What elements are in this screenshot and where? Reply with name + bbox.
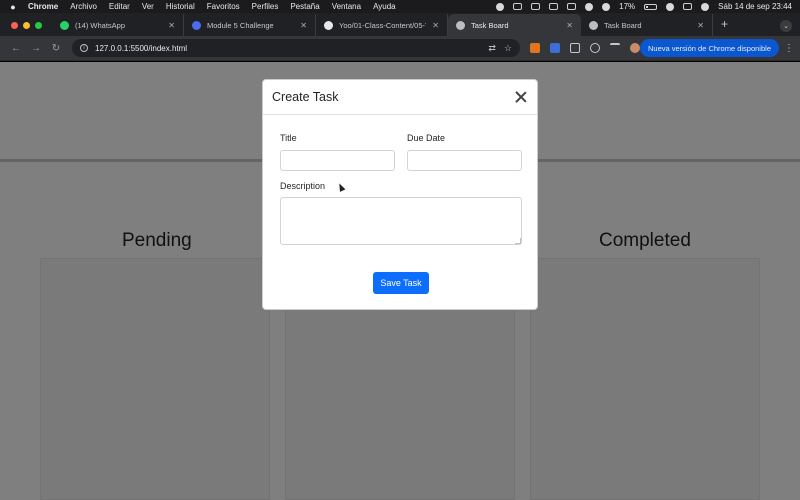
globe-icon xyxy=(456,20,465,30)
resize-handle-icon[interactable] xyxy=(515,238,521,244)
play-icon[interactable] xyxy=(585,2,594,11)
tab-label: Task Board xyxy=(471,20,509,30)
minimize-window-icon[interactable] xyxy=(23,22,30,29)
close-tab-icon[interactable]: ✕ xyxy=(697,21,704,30)
tab-label: Task Board xyxy=(604,20,642,30)
modal-body: Title Due Date Description Save Task xyxy=(263,115,537,310)
forward-arrow-icon[interactable]: → xyxy=(26,43,46,54)
module-icon xyxy=(192,20,201,30)
menu-ayuda[interactable]: Ayuda xyxy=(373,2,396,11)
browser-toolbar: ← → ↻ i 127.0.0.1:5500/index.html ⇄ ☆ Nu… xyxy=(0,36,800,61)
menubar-app-name[interactable]: Chrome xyxy=(28,2,58,11)
back-arrow-icon[interactable]: ← xyxy=(6,43,26,54)
menu-historial[interactable]: Historial xyxy=(166,2,195,11)
performance-icon[interactable] xyxy=(590,43,600,53)
tab-label: (14) WhatsApp xyxy=(75,20,126,30)
reload-icon[interactable]: ↻ xyxy=(46,43,66,54)
address-bar[interactable]: i 127.0.0.1:5500/index.html ⇄ ☆ xyxy=(72,39,520,57)
close-tab-icon[interactable]: ✕ xyxy=(566,21,573,30)
profile-avatar-icon[interactable] xyxy=(630,43,640,53)
create-task-modal: Create Task Title Due Date Description S… xyxy=(262,79,538,310)
zoom-window-icon[interactable] xyxy=(35,22,42,29)
close-icon[interactable] xyxy=(514,90,528,104)
title-label: Title xyxy=(280,133,297,143)
tab-whatsapp[interactable]: (14) WhatsApp ✕ xyxy=(52,14,184,36)
url-text[interactable]: 127.0.0.1:5500/index.html xyxy=(95,44,187,53)
tab-strip: (14) WhatsApp ✕ Module 5 Challenge ✕ Yoo… xyxy=(0,13,800,36)
tab-label: Yoo/01-Class-Content/05-Th xyxy=(339,20,427,30)
close-tab-icon[interactable]: ✕ xyxy=(300,21,307,30)
menu-favoritos[interactable]: Favoritos xyxy=(207,2,240,11)
modal-title: Create Task xyxy=(272,90,339,104)
tab-label: Module 5 Challenge xyxy=(207,20,274,30)
menu-editar[interactable]: Editar xyxy=(109,2,130,11)
translate-icon[interactable]: ⇄ xyxy=(488,43,496,54)
macos-menubar: ● Chrome Archivo Editar Ver Historial Fa… xyxy=(0,0,800,13)
window-icon[interactable] xyxy=(531,3,541,10)
reading-list-icon[interactable] xyxy=(610,43,620,53)
bookmark-star-icon[interactable]: ☆ xyxy=(504,43,512,54)
window-controls xyxy=(0,22,52,36)
moon-icon[interactable] xyxy=(602,2,611,11)
apple-icon[interactable]: ● xyxy=(8,2,18,12)
github-icon xyxy=(324,20,333,30)
close-tab-icon[interactable]: ✕ xyxy=(168,21,175,30)
chrome-update-button[interactable]: Nueva versión de Chrome disponible xyxy=(640,39,779,57)
extensions-puzzle-icon[interactable] xyxy=(570,43,580,53)
chrome-update-label: Nueva versión de Chrome disponible xyxy=(648,43,771,53)
menu-pestana[interactable]: Pestaña xyxy=(290,2,319,11)
tab-search-icon[interactable]: ⌄ xyxy=(780,20,792,32)
menu-ver[interactable]: Ver xyxy=(142,2,154,11)
new-tab-icon[interactable]: + xyxy=(713,17,736,36)
metamask-extension-icon[interactable] xyxy=(530,43,540,53)
tab-task-board-active[interactable]: Task Board ✕ xyxy=(448,14,581,36)
display-icon[interactable] xyxy=(567,3,577,10)
menubar-datetime[interactable]: Sáb 14 de sep 23:44 xyxy=(718,2,792,11)
more-menu-icon[interactable]: ⋮ xyxy=(784,43,794,54)
due-date-label: Due Date xyxy=(407,133,446,143)
menubar-status-area: 17% Sáb 14 de sep 23:44 xyxy=(496,2,792,11)
record-icon[interactable] xyxy=(496,2,505,11)
globe-icon xyxy=(589,20,598,30)
menu-ventana[interactable]: Ventana xyxy=(332,2,361,11)
battery-percent: 17% xyxy=(619,2,636,11)
site-info-icon[interactable]: i xyxy=(80,44,88,52)
title-input[interactable] xyxy=(280,150,395,171)
tab-module-5-challenge[interactable]: Module 5 Challenge ✕ xyxy=(184,14,316,36)
extension-icon[interactable] xyxy=(550,43,560,53)
close-window-icon[interactable] xyxy=(11,22,18,29)
close-tab-icon[interactable]: ✕ xyxy=(432,21,439,30)
wifi-icon[interactable] xyxy=(666,2,675,11)
cloud-icon[interactable] xyxy=(513,3,523,10)
whatsapp-icon xyxy=(60,20,69,30)
description-label: Description xyxy=(280,181,326,191)
screens-icon[interactable] xyxy=(549,3,559,10)
modal-header: Create Task xyxy=(263,80,537,115)
tab-github[interactable]: Yoo/01-Class-Content/05-Th ✕ xyxy=(316,14,448,36)
save-task-button[interactable]: Save Task xyxy=(373,272,429,294)
due-date-input[interactable] xyxy=(407,150,522,171)
tab-task-board[interactable]: Task Board ✕ xyxy=(581,14,713,36)
control-center-icon[interactable] xyxy=(683,3,693,10)
menu-archivo[interactable]: Archivo xyxy=(70,2,97,11)
battery-icon[interactable] xyxy=(644,3,658,10)
description-textarea[interactable] xyxy=(280,197,522,245)
menu-perfiles[interactable]: Perfiles xyxy=(252,2,279,11)
flag-icon[interactable] xyxy=(701,2,710,11)
